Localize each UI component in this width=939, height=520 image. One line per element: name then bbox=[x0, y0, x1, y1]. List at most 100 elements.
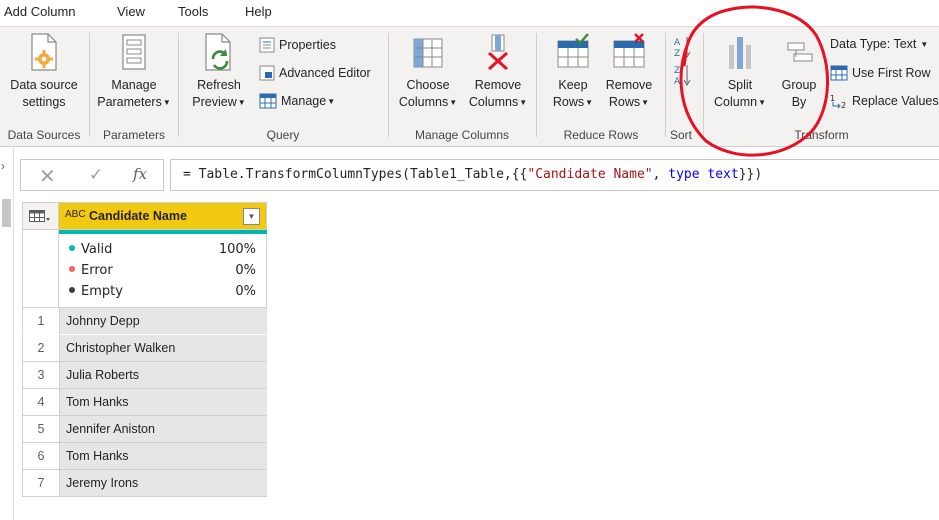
svg-text:A: A bbox=[674, 77, 681, 87]
choose-columns-label-2: Columns bbox=[398, 95, 449, 109]
table-cell[interactable]: Tom Hanks bbox=[60, 389, 267, 415]
group-title-query: Query bbox=[266, 128, 300, 142]
chevron-down-icon: ▼ bbox=[641, 98, 650, 107]
split-column-label-2: Column bbox=[714, 95, 758, 109]
refresh-label-1: Refresh bbox=[197, 78, 241, 92]
group-parameters: Manage Parameters▼ Parameters bbox=[90, 27, 178, 148]
error-dot-icon bbox=[69, 266, 75, 272]
chevron-right-icon[interactable]: › bbox=[1, 159, 5, 173]
group-by-icon bbox=[787, 42, 813, 62]
split-column-button[interactable]: Split Column▼ bbox=[708, 33, 772, 111]
advanced-editor-icon bbox=[259, 65, 275, 81]
table-cell[interactable]: Jennifer Aniston bbox=[60, 416, 267, 442]
quality-label: Empty bbox=[81, 284, 123, 299]
row-number: 7 bbox=[23, 470, 60, 496]
group-title-transform: Transform bbox=[794, 128, 849, 142]
properties-icon bbox=[259, 37, 275, 53]
manage-table-icon bbox=[259, 93, 277, 109]
quality-error: Error 0% bbox=[69, 263, 256, 283]
replace-values-icon: 1 2 bbox=[830, 94, 846, 109]
properties-label: Properties bbox=[279, 38, 336, 52]
manage-parameters-label-1: Manage bbox=[111, 78, 157, 92]
group-title-manage-columns: Manage Columns bbox=[414, 128, 510, 142]
table-row[interactable]: 3 Julia Roberts bbox=[22, 362, 267, 389]
chevron-down-icon: ▼ bbox=[758, 98, 766, 107]
column-header-candidate-name[interactable]: ABC Candidate Name ▼ bbox=[59, 202, 267, 230]
remove-columns-label-1: Remove bbox=[474, 78, 522, 92]
table-menu-button[interactable] bbox=[22, 202, 59, 230]
menu-help[interactable]: Help bbox=[245, 4, 272, 19]
choose-columns-icon bbox=[413, 38, 443, 68]
remove-rows-button[interactable]: Remove Rows▼ bbox=[599, 33, 659, 111]
remove-rows-label-1: Remove bbox=[605, 78, 653, 92]
table-row[interactable]: 6 Tom Hanks bbox=[22, 443, 267, 470]
group-by-label-1: Group bbox=[781, 78, 817, 92]
formula-keyword: type text bbox=[668, 167, 739, 182]
menu-bar: Add Column View Tools Help bbox=[0, 0, 939, 24]
table-row[interactable]: 1 Johnny Depp bbox=[22, 307, 267, 334]
sort-descending-icon[interactable]: Z A bbox=[674, 63, 692, 87]
formula-bar[interactable]: = Table.TransformColumnTypes(Table1_Tabl… bbox=[170, 159, 939, 191]
text-type-icon[interactable]: ABC bbox=[65, 209, 86, 220]
quality-empty: Empty 0% bbox=[69, 284, 256, 304]
advanced-editor-button[interactable]: Advanced Editor bbox=[259, 65, 371, 81]
column-header-label: Candidate Name bbox=[89, 209, 187, 223]
commit-icon[interactable]: ✓ bbox=[89, 165, 103, 185]
refresh-preview-button[interactable]: Refresh Preview▼ bbox=[189, 33, 249, 111]
keep-rows-button[interactable]: Keep Rows▼ bbox=[547, 33, 599, 111]
keep-rows-label-2: Rows bbox=[552, 95, 585, 109]
queries-tab[interactable] bbox=[2, 199, 11, 227]
table-row[interactable]: 5 Jennifer Aniston bbox=[22, 416, 267, 443]
table-cell[interactable]: Jeremy Irons bbox=[60, 470, 267, 496]
chevron-down-icon: ▼ bbox=[519, 98, 528, 107]
table-row[interactable]: 4 Tom Hanks bbox=[22, 389, 267, 416]
fx-icon[interactable]: fx bbox=[133, 165, 147, 183]
use-first-row-label: Use First Row bbox=[852, 66, 931, 80]
menu-view[interactable]: View bbox=[117, 4, 145, 19]
manage-parameters-label-2: Parameters bbox=[97, 95, 162, 109]
data-source-settings-label-2: settings bbox=[22, 95, 66, 109]
menu-add-column[interactable]: Add Column bbox=[4, 4, 76, 19]
quality-value: 100% bbox=[218, 242, 256, 257]
menu-tools[interactable]: Tools bbox=[178, 4, 208, 19]
refresh-icon bbox=[205, 33, 231, 71]
data-source-settings-button[interactable]: Data source settings bbox=[2, 33, 86, 111]
table-cell[interactable]: Johnny Depp bbox=[60, 308, 267, 334]
use-first-row-button[interactable]: Use First Row bbox=[830, 65, 930, 81]
group-query: Refresh Preview▼ Properties Advanced Edi… bbox=[179, 27, 387, 148]
quality-value: 0% bbox=[235, 263, 256, 278]
row-number: 1 bbox=[23, 308, 60, 334]
group-reduce-rows: Keep Rows▼ Remove Rows▼ Reduce Rows bbox=[537, 27, 665, 148]
cancel-icon[interactable]: ✕ bbox=[39, 164, 56, 189]
manage-query-button[interactable]: Manage ▼ bbox=[259, 93, 335, 109]
quality-corner bbox=[22, 230, 59, 307]
choose-columns-button[interactable]: Choose Columns▼ bbox=[395, 33, 461, 111]
chevron-down-icon: ▼ bbox=[327, 96, 336, 106]
table-row[interactable]: 7 Jeremy Irons bbox=[22, 470, 267, 497]
row-number: 4 bbox=[23, 389, 60, 415]
replace-values-button[interactable]: 1 2 Replace Values bbox=[830, 93, 939, 109]
formula-string: "Candidate Name" bbox=[527, 167, 653, 182]
row-number: 6 bbox=[23, 443, 60, 469]
remove-columns-button[interactable]: Remove Columns▼ bbox=[465, 33, 531, 111]
valid-dot-icon bbox=[69, 245, 75, 251]
manage-parameters-icon bbox=[122, 34, 146, 70]
sort-ascending-icon[interactable]: A Z bbox=[674, 35, 692, 59]
chevron-down-icon: ▼ bbox=[449, 98, 458, 107]
manage-parameters-button[interactable]: Manage Parameters▼ bbox=[92, 33, 176, 111]
data-type-dropdown[interactable]: Data Type: Text ▼ bbox=[830, 37, 928, 51]
chevron-down-icon: ▼ bbox=[585, 98, 594, 107]
filter-dropdown-icon[interactable]: ▼ bbox=[243, 208, 260, 225]
table-row[interactable]: 2 Christopher Walken bbox=[22, 335, 267, 362]
table-cell[interactable]: Christopher Walken bbox=[60, 335, 267, 361]
group-sort: A Z Z A Sort bbox=[666, 27, 702, 148]
group-by-button[interactable]: Group By bbox=[774, 33, 824, 111]
ribbon: Data source settings Data Sources Manage… bbox=[0, 26, 939, 147]
table-icon bbox=[29, 210, 50, 222]
keep-rows-label-1: Keep bbox=[558, 78, 588, 92]
table-cell[interactable]: Julia Roberts bbox=[60, 362, 267, 388]
table-cell[interactable]: Tom Hanks bbox=[60, 443, 267, 469]
queries-pane-collapsed[interactable]: › bbox=[0, 147, 14, 520]
properties-button[interactable]: Properties bbox=[259, 37, 336, 53]
manage-label: Manage bbox=[281, 94, 327, 108]
